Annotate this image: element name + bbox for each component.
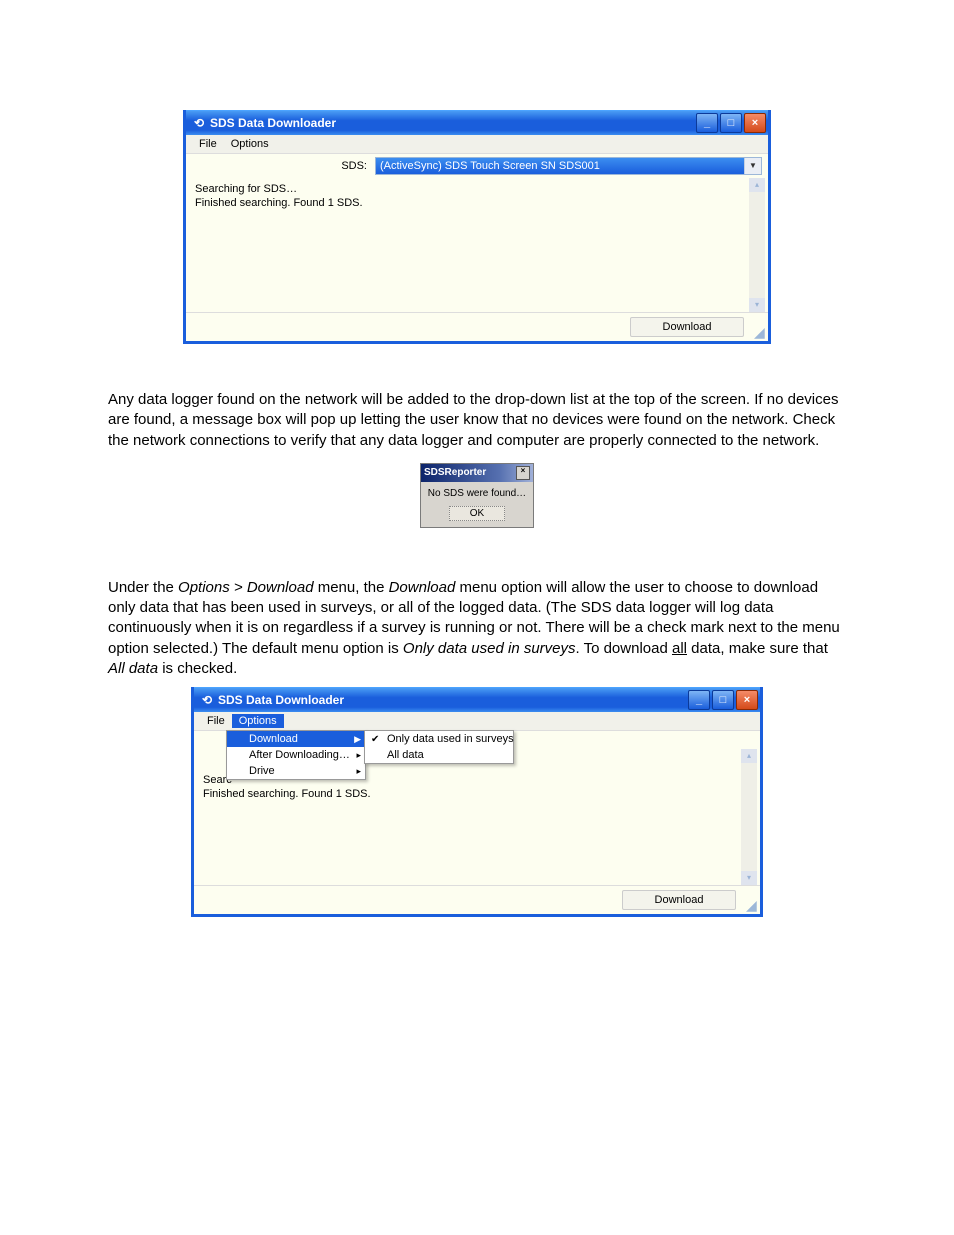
menu-file[interactable]: File <box>192 137 224 151</box>
download-button[interactable]: Download <box>630 317 744 337</box>
menu-item-download[interactable]: Download ▶ <box>227 731 365 747</box>
body-paragraph: Any data logger found on the network wil… <box>108 390 846 451</box>
menu-item-drive[interactable]: Drive ▸ <box>227 763 365 779</box>
scroll-down-icon[interactable]: ▾ <box>749 298 765 312</box>
sds-dropdown[interactable]: (ActiveSync) SDS Touch Screen SN SDS001 … <box>375 157 762 175</box>
chevron-down-icon[interactable]: ▼ <box>744 158 761 174</box>
log-area: Searching for SDS… Finished searching. F… <box>189 178 765 312</box>
ok-button[interactable]: OK <box>449 506 505 521</box>
sds-dropdown-value: (ActiveSync) SDS Touch Screen SN SDS001 <box>380 160 600 172</box>
log-line: Searching for SDS… <box>195 182 759 196</box>
window-title: SDS Data Downloader <box>218 693 344 707</box>
menu-bar: File Options Download ▶ After Downloadin… <box>194 712 760 731</box>
menu-options[interactable]: Options <box>232 714 284 728</box>
scroll-down-icon[interactable]: ▾ <box>741 871 757 885</box>
dialog-title: SDSReporter <box>424 467 486 478</box>
menu-item-all-data[interactable]: All data <box>365 747 513 763</box>
submenu-arrow-icon: ▸ <box>356 766 361 777</box>
dialog-message: No SDS were found… <box>421 482 533 502</box>
footer-bar: Download ◢ <box>194 885 760 914</box>
download-submenu: ✔ Only data used in surveys All data <box>364 730 514 764</box>
footer-bar: Download ◢ <box>186 312 768 341</box>
options-submenu: Download ▶ After Downloading… ▸ Drive ▸ <box>226 730 366 780</box>
maximize-button[interactable]: □ <box>712 690 734 710</box>
title-bar[interactable]: ⟲ SDS Data Downloader _ □ × <box>186 110 768 135</box>
menu-bar: File Options <box>186 135 768 154</box>
scrollbar[interactable]: ▴ ▾ <box>749 178 765 312</box>
resize-grip-icon[interactable]: ◢ <box>746 900 758 912</box>
sdsreporter-dialog: SDSReporter × No SDS were found… OK <box>420 463 534 528</box>
menu-item-after-downloading[interactable]: After Downloading… ▸ <box>227 747 365 763</box>
menu-options[interactable]: Options <box>224 137 276 151</box>
dialog-title-bar[interactable]: SDSReporter × <box>421 464 533 482</box>
check-icon: ✔ <box>371 734 379 745</box>
sds-label: SDS: <box>192 160 375 172</box>
app-icon: ⟲ <box>200 693 214 707</box>
title-bar[interactable]: ⟲ SDS Data Downloader _ □ × <box>194 687 760 712</box>
menu-file[interactable]: File <box>200 714 232 728</box>
scrollbar[interactable]: ▴ ▾ <box>741 749 757 885</box>
submenu-arrow-icon: ▶ <box>354 734 361 745</box>
close-icon[interactable]: × <box>516 466 530 480</box>
log-line: Finished searching. Found 1 SDS. <box>195 196 759 210</box>
maximize-button[interactable]: □ <box>720 113 742 133</box>
close-button[interactable]: × <box>736 690 758 710</box>
download-button[interactable]: Download <box>622 890 736 910</box>
menu-item-only-data-used[interactable]: ✔ Only data used in surveys <box>365 731 513 747</box>
sds-downloader-window-2: ⟲ SDS Data Downloader _ □ × File Options… <box>191 687 763 917</box>
scroll-up-icon[interactable]: ▴ <box>749 178 765 192</box>
minimize-button[interactable]: _ <box>696 113 718 133</box>
sds-downloader-window-1: ⟲ SDS Data Downloader _ □ × File Options… <box>183 110 771 344</box>
close-button[interactable]: × <box>744 113 766 133</box>
app-icon: ⟲ <box>192 116 206 130</box>
submenu-arrow-icon: ▸ <box>356 750 361 761</box>
sds-row: SDS: (ActiveSync) SDS Touch Screen SN SD… <box>186 154 768 178</box>
resize-grip-icon[interactable]: ◢ <box>754 327 766 339</box>
minimize-button[interactable]: _ <box>688 690 710 710</box>
log-line: Finished searching. Found 1 SDS. <box>203 787 751 801</box>
window-title: SDS Data Downloader <box>210 116 336 130</box>
scroll-up-icon[interactable]: ▴ <box>741 749 757 763</box>
body-paragraph: Under the Options > Download menu, the D… <box>108 578 846 679</box>
